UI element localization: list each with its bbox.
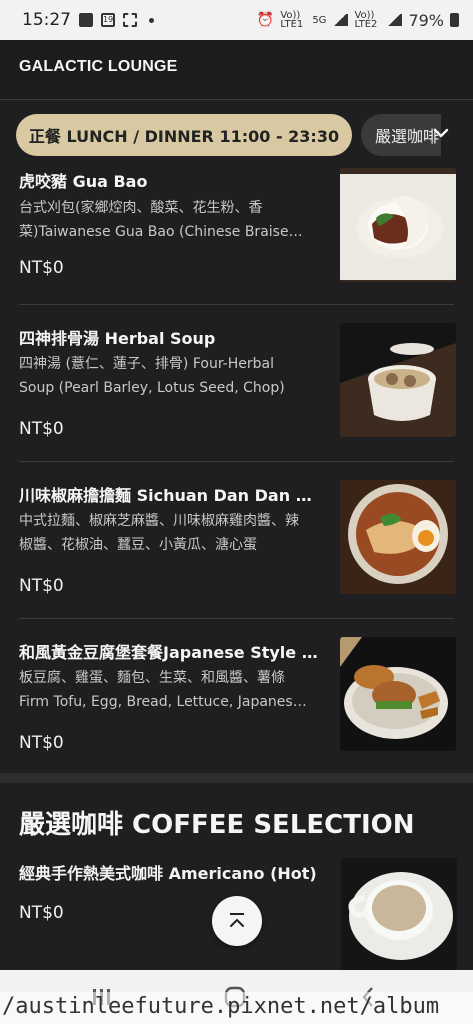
item-name: 虎咬豬 Gua Bao <box>19 172 148 191</box>
tab-lunch-dinner[interactable]: 正餐 LUNCH / DINNER 11:00 - 23:30 <box>16 114 352 156</box>
item-price: NT$0 <box>19 576 64 596</box>
item-name: 川味椒麻擔擔麵 Sichuan Dan Dan Noodles <box>19 486 319 505</box>
scroll-to-top-button[interactable] <box>212 896 262 946</box>
category-tabs: 正餐 LUNCH / DINNER 11:00 - 23:30 嚴選咖啡 <box>0 104 473 164</box>
battery-icon <box>450 13 459 27</box>
item-description: 板豆腐、雞蛋、麵包、生菜、和風醬、薯條 Firm Tofu, Egg, Brea… <box>19 670 302 710</box>
menu-item[interactable]: 虎咬豬 Gua Bao 台式刈包(家鄉焢肉、酸菜、花生粉、香菜)Taiwanes… <box>19 164 456 305</box>
item-price: NT$0 <box>19 258 64 278</box>
hash-icon <box>123 13 137 27</box>
signal-icon-2 <box>386 14 403 26</box>
image-icon <box>79 13 93 27</box>
signal-icon-1 <box>332 14 349 26</box>
status-time: 15:27 <box>22 10 71 30</box>
menu-item[interactable]: 川味椒麻擔擔麵 Sichuan Dan Dan Noodles 中式拉麵、椒麻芝… <box>19 462 456 619</box>
section-title-coffee: 嚴選咖啡 COFFEE SELECTION <box>19 810 415 840</box>
network-label-3: Vo)) LTE2 <box>354 10 378 30</box>
tab-coffee[interactable]: 嚴選咖啡 <box>361 114 441 156</box>
chevron-up-icon <box>230 913 244 927</box>
item-price: NT$0 <box>19 419 64 439</box>
herbal-soup-photo <box>340 323 456 437</box>
menu-list: 虎咬豬 Gua Bao 台式刈包(家鄉焢肉、酸菜、花生粉、香菜)Taiwanes… <box>0 164 473 776</box>
calendar-icon: 19 <box>101 13 115 27</box>
network-label-2: 5G <box>312 14 327 26</box>
item-name: 四神排骨湯 Herbal Soup <box>19 329 216 348</box>
item-description: 中式拉麵、椒麻芝麻醬、川味椒麻雞肉醬、辣椒醬、花椒油、蠶豆、小黃瓜、溏心蛋 <box>19 513 299 553</box>
app-header: GALACTIC LOUNGE <box>0 40 473 100</box>
item-name: 經典手作熱美式咖啡 Americano (Hot) <box>19 864 317 883</box>
americano-photo <box>341 858 457 970</box>
item-price: NT$0 <box>19 903 64 923</box>
gua-bao-photo <box>340 168 456 282</box>
chevron-down-icon[interactable] <box>432 124 450 142</box>
menu-item[interactable]: 和風黃金豆腐堡套餐Japanese Style Tofu Burger 板豆腐、… <box>19 619 456 776</box>
item-name: 和風黃金豆腐堡套餐Japanese Style Tofu Burger <box>19 643 319 662</box>
battery-percent: 79% <box>408 10 444 30</box>
section-divider <box>0 773 473 783</box>
menu-item[interactable]: 四神排骨湯 Herbal Soup 四神湯 (薏仁、蓮子、排骨) Four-He… <box>19 305 456 462</box>
item-price: NT$0 <box>19 733 64 753</box>
item-description: 台式刈包(家鄉焢肉、酸菜、花生粉、香菜)Taiwanese Gua Bao (C… <box>19 200 298 240</box>
item-description: 四神湯 (薏仁、蓮子、排骨) Four-Herbal Soup (Pearl B… <box>19 356 285 396</box>
dot-icon <box>149 17 154 23</box>
dan-dan-noodles-photo <box>340 480 456 594</box>
network-label-1: Vo)) LTE1 <box>280 10 304 30</box>
status-bar: 15:27 19 ⏰ Vo)) LTE1 5G Vo)) LTE2 79% <box>0 0 473 40</box>
watermark: /austinleefuture.pixnet.net/album <box>0 992 473 1024</box>
alarm-icon: ⏰ <box>256 12 275 28</box>
tofu-burger-photo <box>340 637 456 751</box>
app-title: GALACTIC LOUNGE <box>19 58 178 75</box>
